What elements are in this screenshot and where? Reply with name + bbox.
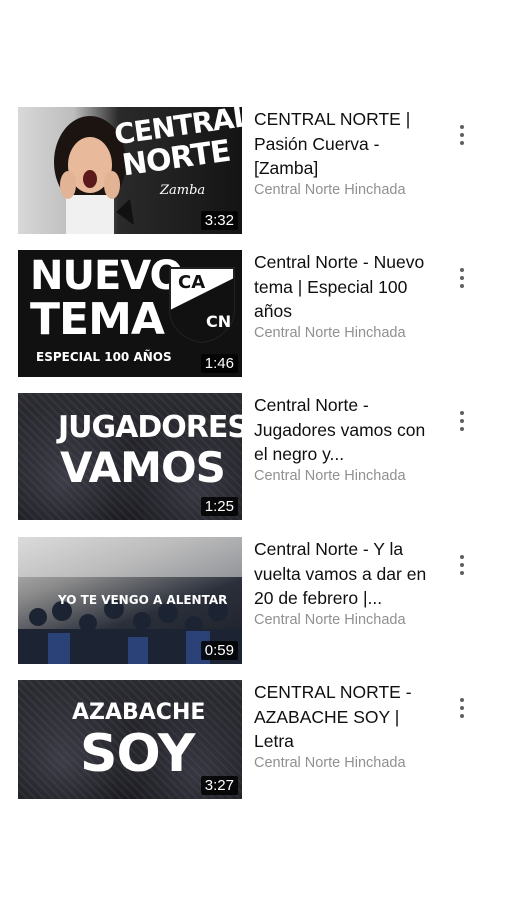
- thumb-subtitle: ESPECIAL 100 AÑOS: [36, 350, 172, 364]
- video-item[interactable]: YO TE VENGO A ALENTAR 0:59 Central Norte…: [0, 537, 506, 665]
- video-thumbnail[interactable]: CENTRAL NORTE Zamba 3:32: [18, 107, 242, 234]
- more-vert-icon: [460, 411, 464, 431]
- thumb-title-line2: TEMA: [30, 294, 165, 345]
- more-options-button[interactable]: [446, 262, 478, 294]
- video-thumbnail[interactable]: NUEVO TEMA ESPECIAL 100 AÑOS CA CN 1:46: [18, 250, 242, 377]
- video-list: CENTRAL NORTE Zamba 3:32 CENTRAL NORTE |…: [0, 0, 506, 900]
- channel-name[interactable]: Central Norte Hinchada: [254, 612, 426, 628]
- thumb-title-line2: SOY: [80, 724, 195, 784]
- duration-badge: 1:46: [200, 354, 238, 373]
- channel-name[interactable]: Central Norte Hinchada: [254, 755, 426, 771]
- video-title[interactable]: Central Norte - Jugadores vamos con el n…: [254, 393, 434, 467]
- video-title[interactable]: CENTRAL NORTE - AZABACHE SOY | Letra: [254, 680, 434, 754]
- video-thumbnail[interactable]: JUGADORES VAMOS 1:25: [18, 393, 242, 520]
- crest-text-cn: CN: [206, 312, 232, 331]
- more-vert-icon: [460, 268, 464, 288]
- channel-name[interactable]: Central Norte Hinchada: [254, 468, 426, 484]
- thumb-caption: YO TE VENGO A ALENTAR: [58, 593, 228, 607]
- more-vert-icon: [460, 125, 464, 145]
- crest-text-ca: CA: [178, 272, 206, 293]
- thumb-title-line2: VAMOS: [60, 443, 226, 492]
- more-vert-icon: [460, 698, 464, 718]
- duration-badge: 3:32: [200, 211, 238, 230]
- more-options-button[interactable]: [446, 119, 478, 151]
- video-title[interactable]: Central Norte - Y la vuelta vamos a dar …: [254, 537, 434, 611]
- channel-name[interactable]: Central Norte Hinchada: [254, 325, 426, 341]
- video-item[interactable]: NUEVO TEMA ESPECIAL 100 AÑOS CA CN 1:46 …: [0, 250, 506, 378]
- more-vert-icon: [460, 555, 464, 575]
- video-item[interactable]: AZABACHE SOY 3:27 CENTRAL NORTE - AZABAC…: [0, 680, 506, 808]
- more-options-button[interactable]: [446, 692, 478, 724]
- duration-badge: 0:59: [200, 641, 238, 660]
- more-options-button[interactable]: [446, 405, 478, 437]
- thumb-signature: Zamba: [160, 183, 206, 198]
- video-thumbnail[interactable]: YO TE VENGO A ALENTAR 0:59: [18, 537, 242, 664]
- channel-name[interactable]: Central Norte Hinchada: [254, 182, 426, 198]
- duration-badge: 3:27: [200, 776, 238, 795]
- video-item[interactable]: CENTRAL NORTE Zamba 3:32 CENTRAL NORTE |…: [0, 107, 506, 235]
- video-title[interactable]: Central Norte - Nuevo tema | Especial 10…: [254, 250, 434, 324]
- video-title[interactable]: CENTRAL NORTE | Pasión Cuerva - [Zamba]: [254, 107, 434, 181]
- video-item[interactable]: JUGADORES VAMOS 1:25 Central Norte - Jug…: [0, 393, 506, 521]
- duration-badge: 1:25: [200, 497, 238, 516]
- more-options-button[interactable]: [446, 549, 478, 581]
- video-thumbnail[interactable]: AZABACHE SOY 3:27: [18, 680, 242, 799]
- thumb-title-line1: AZABACHE: [72, 700, 206, 725]
- thumb-title-line1: JUGADORES: [58, 410, 242, 445]
- thumb-title-line1: NUEVO: [30, 253, 184, 299]
